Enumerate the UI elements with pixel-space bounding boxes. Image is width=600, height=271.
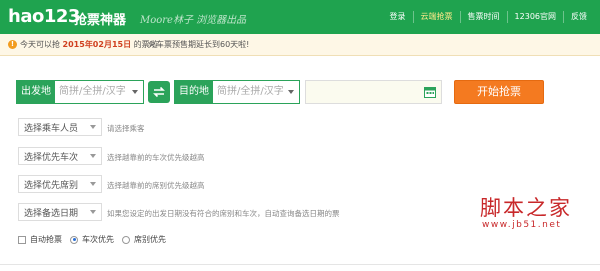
- chevron-down-icon[interactable]: [132, 90, 138, 94]
- auto-grab-option[interactable]: 自动抢票: [18, 234, 62, 245]
- to-label: 目的地: [175, 81, 213, 103]
- notice-date: 2015年02月15日: [62, 40, 132, 49]
- seats-hint: 选择越靠前的席别优先级越高: [107, 181, 205, 190]
- passengers-hint: 请选择乘客: [107, 124, 145, 133]
- alt-dates-hint: 如果您设定的出发日期没有符合的席别和车次，自动查询备选日期的票: [107, 209, 340, 218]
- chevron-down-icon[interactable]: [288, 90, 294, 94]
- from-station-input[interactable]: 简拼/全拼/汉字: [59, 81, 126, 103]
- notice-bar: ! 今天可以抢 2015年02月15日 的票啦 火车票预售期延长到60天啦!: [0, 34, 600, 56]
- seat-first-option[interactable]: 席别优先: [122, 234, 166, 245]
- notice-text: 今天可以抢 2015年02月15日 的票啦: [20, 39, 158, 50]
- notice-extra: 火车票预售期延长到60天啦!: [148, 40, 250, 49]
- select-seats-label: 选择优先席别: [24, 181, 79, 191]
- chevron-down-icon: [90, 125, 96, 129]
- from-label: 出发地: [17, 81, 55, 103]
- trains-hint: 选择越靠前的车次优先级越高: [107, 153, 205, 162]
- to-station-field[interactable]: 目的地 简拼/全拼/汉字: [174, 80, 300, 104]
- seat-first-label: 席别优先: [134, 235, 166, 244]
- date-field[interactable]: [305, 80, 442, 104]
- select-trains-label: 选择优先车次: [24, 153, 79, 163]
- select-alt-dates-label: 选择备选日期: [24, 209, 79, 219]
- divider: [0, 264, 600, 265]
- swap-icon: [153, 86, 165, 98]
- nav-sale-time[interactable]: 售票时间: [461, 0, 507, 34]
- select-passengers-label: 选择乘车人员: [24, 124, 79, 134]
- nav-login[interactable]: 登录: [383, 0, 413, 34]
- calendar-icon[interactable]: [424, 86, 436, 98]
- app-title: 抢票神器: [74, 13, 127, 28]
- chevron-down-icon: [90, 210, 96, 214]
- nav-12306[interactable]: 12306官网: [508, 0, 563, 34]
- train-first-radio[interactable]: [70, 235, 78, 244]
- info-icon: !: [8, 40, 17, 49]
- auto-grab-checkbox[interactable]: [18, 235, 26, 244]
- select-alt-dates[interactable]: 选择备选日期: [18, 203, 102, 221]
- site-watermark-url: www.jb51.net: [482, 220, 562, 230]
- nav-feedback[interactable]: 反馈: [564, 0, 594, 34]
- site-watermark: 脚本之家: [480, 196, 572, 220]
- to-station-input[interactable]: 简拼/全拼/汉字: [217, 81, 284, 103]
- chevron-down-icon: [90, 182, 96, 186]
- start-grab-button[interactable]: 开始抢票: [454, 80, 544, 104]
- swap-stations-button[interactable]: [148, 81, 170, 103]
- auto-grab-label: 自动抢票: [30, 235, 62, 244]
- seat-first-radio[interactable]: [122, 235, 130, 244]
- train-first-label: 车次优先: [82, 235, 114, 244]
- top-header: hao123 抢票神器 Moore林子 浏览器出品 登录 云端抢票 售票时间 1…: [0, 0, 600, 34]
- chevron-down-icon: [90, 154, 96, 158]
- header-watermark: Moore林子 浏览器出品: [140, 15, 247, 26]
- train-first-option[interactable]: 车次优先: [70, 234, 114, 245]
- notice-prefix: 今天可以抢: [20, 40, 60, 49]
- top-nav: 登录 云端抢票 售票时间 12306官网 反馈: [383, 0, 594, 34]
- select-passengers[interactable]: 选择乘车人员: [18, 118, 102, 136]
- hao123-logo[interactable]: hao123: [8, 6, 80, 27]
- select-seats[interactable]: 选择优先席别: [18, 175, 102, 193]
- nav-cloud-grab[interactable]: 云端抢票: [414, 0, 460, 34]
- select-trains[interactable]: 选择优先车次: [18, 147, 102, 165]
- from-station-field[interactable]: 出发地 简拼/全拼/汉字: [16, 80, 144, 104]
